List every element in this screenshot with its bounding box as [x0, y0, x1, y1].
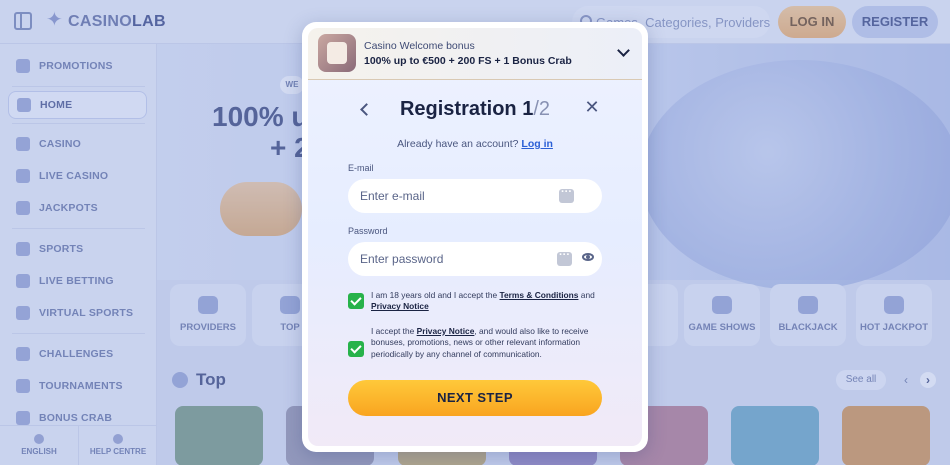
email-label: E-mail: [348, 163, 374, 173]
marketing-checkbox[interactable]: [348, 341, 364, 357]
privacy-link[interactable]: Privacy Notice: [371, 301, 429, 311]
marketing-privacy-link[interactable]: Privacy Notice: [417, 326, 475, 336]
chevron-down-icon[interactable]: [617, 44, 630, 57]
modal-title-step: /2: [533, 98, 551, 120]
email-field[interactable]: Enter e-mail: [348, 179, 602, 213]
terms-and: and: [578, 290, 595, 300]
eye-icon[interactable]: [582, 253, 594, 261]
welcome-bonus-dropdown[interactable]: Casino Welcome bonus 100% up to €500 + 2…: [308, 28, 642, 80]
email-placeholder: Enter e-mail: [360, 189, 425, 203]
have-account-text: Already have an account?: [397, 138, 519, 150]
login-link[interactable]: Log in: [521, 138, 553, 150]
terms-link[interactable]: Terms & Conditions: [500, 290, 579, 300]
password-placeholder: Enter password: [360, 252, 444, 266]
have-account-line: Already have an account? Log in: [308, 138, 642, 150]
terms-checkbox[interactable]: [348, 293, 364, 309]
close-icon[interactable]: ✕: [583, 98, 601, 116]
autofill-icon[interactable]: [559, 186, 574, 203]
terms-text: I am 18 years old and I accept the Terms…: [371, 290, 603, 313]
password-field[interactable]: Enter password: [348, 242, 602, 276]
modal-title-main: Registration 1: [399, 98, 534, 120]
autofill-icon[interactable]: [557, 249, 572, 266]
marketing-text: I accept the Privacy Notice, and would a…: [371, 326, 603, 360]
password-label: Password: [348, 226, 388, 236]
registration-modal-body: Casino Welcome bonus 100% up to €500 + 2…: [308, 28, 642, 446]
slot-machine-icon: [318, 34, 356, 72]
bonus-subtitle: Casino Welcome bonus: [364, 40, 475, 52]
terms-prefix: I am 18 years old and I accept the: [371, 290, 500, 300]
bonus-title: 100% up to €500 + 200 FS + 1 Bonus Crab: [364, 55, 572, 67]
registration-modal: Casino Welcome bonus 100% up to €500 + 2…: [302, 22, 648, 452]
next-step-button[interactable]: NEXT STEP: [348, 380, 602, 416]
marketing-prefix: I accept the: [371, 326, 417, 336]
